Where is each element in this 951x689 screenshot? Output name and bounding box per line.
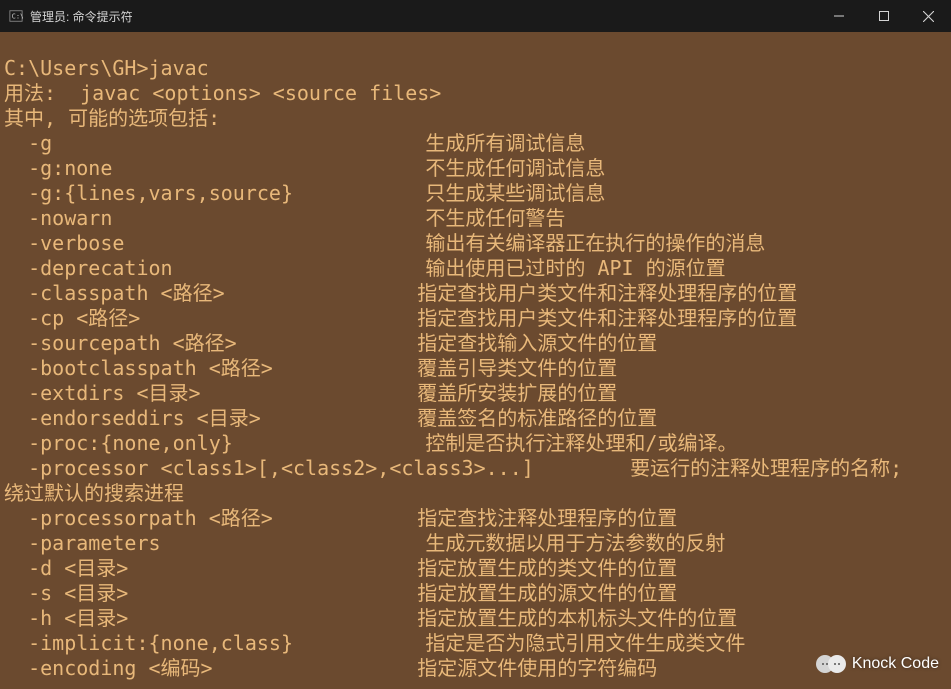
terminal-line: -extdirs <目录> 覆盖所安装扩展的位置: [4, 381, 947, 406]
terminal-line: -processorpath <路径> 指定查找注释处理程序的位置: [4, 506, 947, 531]
terminal-line: -g:{lines,vars,source} 只生成某些调试信息: [4, 181, 947, 206]
terminal-output[interactable]: C:\Users\GH>javac用法: javac <options> <so…: [0, 32, 951, 685]
terminal-line: 其中, 可能的选项包括:: [4, 106, 947, 131]
maximize-button[interactable]: [861, 0, 906, 32]
terminal-line: -h <目录> 指定放置生成的本机标头文件的位置: [4, 606, 947, 631]
terminal-line: -d <目录> 指定放置生成的类文件的位置: [4, 556, 947, 581]
svg-text:C:\: C:\: [12, 13, 23, 21]
watermark-text: Knock Code: [852, 655, 939, 673]
terminal-line: -cp <路径> 指定查找用户类文件和注释处理程序的位置: [4, 306, 947, 331]
wechat-icon: [816, 655, 846, 673]
terminal-line: -proc:{none,only} 控制是否执行注释处理和/或编译。: [4, 431, 947, 456]
terminal-line: -classpath <路径> 指定查找用户类文件和注释处理程序的位置: [4, 281, 947, 306]
terminal-line: -endorseddirs <目录> 覆盖签名的标准路径的位置: [4, 406, 947, 431]
terminal-line: -parameters 生成元数据以用于方法参数的反射: [4, 531, 947, 556]
terminal-line: -s <目录> 指定放置生成的源文件的位置: [4, 581, 947, 606]
terminal-line: -verbose 输出有关编译器正在执行的操作的消息: [4, 231, 947, 256]
close-button[interactable]: [906, 0, 951, 32]
terminal-line: -nowarn 不生成任何警告: [4, 206, 947, 231]
titlebar[interactable]: C:\ 管理员: 命令提示符: [0, 0, 951, 32]
window-controls: [816, 0, 951, 32]
terminal-line: -sourcepath <路径> 指定查找输入源文件的位置: [4, 331, 947, 356]
terminal-line: -g 生成所有调试信息: [4, 131, 947, 156]
cmd-icon: C:\: [8, 8, 24, 24]
terminal-window: C:\ 管理员: 命令提示符 C:\Users\GH>javac用法: java…: [0, 0, 951, 689]
terminal-line: C:\Users\GH>javac: [4, 56, 947, 81]
terminal-line: 用法: javac <options> <source files>: [4, 81, 947, 106]
terminal-line: -implicit:{none,class} 指定是否为隐式引用文件生成类文件: [4, 631, 947, 656]
terminal-line: -bootclasspath <路径> 覆盖引导类文件的位置: [4, 356, 947, 381]
terminal-line: -deprecation 输出使用已过时的 API 的源位置: [4, 256, 947, 281]
watermark: Knock Code: [816, 655, 939, 673]
terminal-line: -processor <class1>[,<class2>,<class3>..…: [4, 456, 947, 481]
terminal-line: -encoding <编码> 指定源文件使用的字符编码: [4, 656, 947, 681]
window-title: 管理员: 命令提示符: [30, 8, 816, 25]
terminal-line: -g:none 不生成任何调试信息: [4, 156, 947, 181]
minimize-button[interactable]: [816, 0, 861, 32]
terminal-line: 绕过默认的搜索进程: [4, 481, 947, 506]
